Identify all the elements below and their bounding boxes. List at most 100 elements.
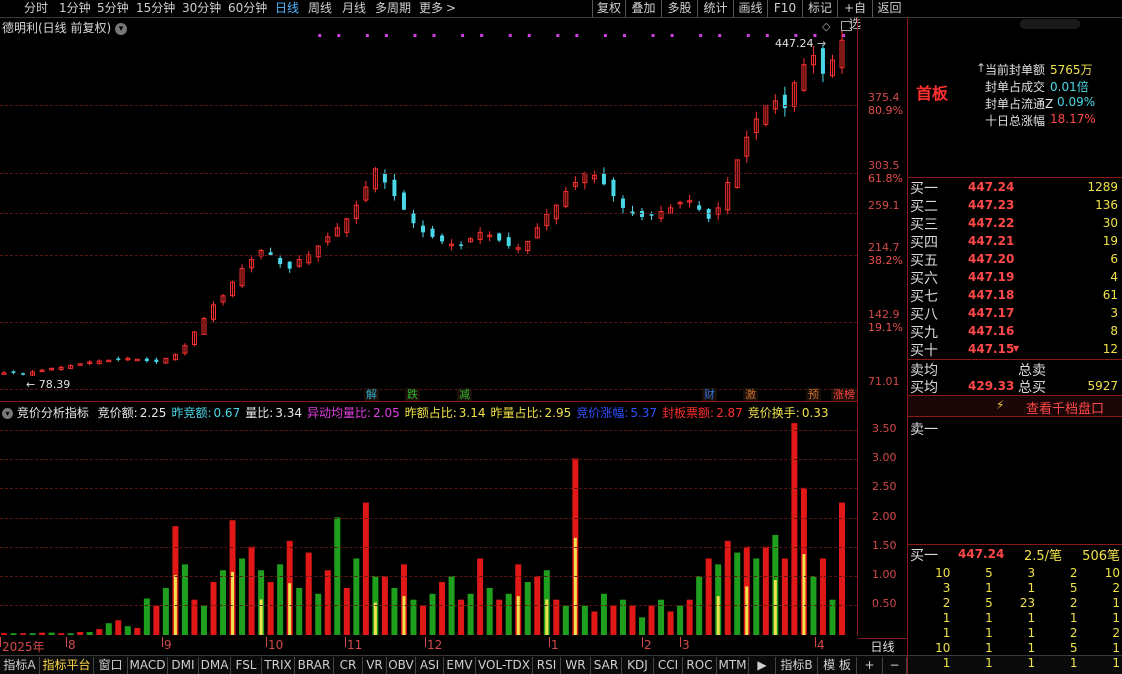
period-tab[interactable]: 15分钟 <box>136 0 175 17</box>
indicator-tab[interactable]: WR <box>561 657 591 674</box>
toolbar-button[interactable]: +自选 <box>837 0 872 31</box>
indicator-tab[interactable]: CR <box>334 657 363 674</box>
queue-cell: 1 <box>1027 655 1036 670</box>
indicator-tick-label: 3.00 <box>872 451 897 465</box>
toolbar-button[interactable]: 返回 <box>872 0 906 17</box>
indicator-tab[interactable]: BRAR <box>295 657 334 674</box>
indicator-tab[interactable]: RSI <box>533 657 561 674</box>
queue-row: 10 1 1 5 1 <box>908 640 1120 655</box>
indicator-bar <box>524 582 531 635</box>
indicator-tab[interactable]: VOL-TDX <box>476 657 533 674</box>
more-arrow-icon[interactable]: > <box>446 0 456 17</box>
indicator-tab[interactable]: TRIX <box>262 657 295 674</box>
indicator-bar <box>819 558 826 635</box>
toolbar-button[interactable]: 复权 <box>592 0 625 17</box>
signal-dot <box>765 34 769 37</box>
period-indicator[interactable]: 日线 <box>858 638 907 655</box>
toolbar-button[interactable]: 统计 <box>697 0 733 17</box>
indicator-bar <box>791 423 798 635</box>
indicator-tab[interactable]: KDJ <box>622 657 654 674</box>
event-marker[interactable]: 减 <box>457 388 472 402</box>
indicator-tab[interactable]: DMA <box>199 657 231 674</box>
toolbar-button[interactable]: 画线 <box>733 0 767 17</box>
signal-dot <box>365 34 369 37</box>
chart-title[interactable]: 德明利(日线 前复权) ▾ <box>2 19 128 36</box>
bid-price: 447.20 <box>968 252 1015 266</box>
indicator-bar <box>267 582 274 635</box>
panel-handle[interactable] <box>1020 19 1080 29</box>
toolbar-button[interactable]: F10 <box>767 0 802 17</box>
signal-dot <box>556 34 560 37</box>
indicator-bar <box>86 632 93 635</box>
indicator-dropdown-icon[interactable]: ▾ <box>2 408 13 419</box>
period-tab[interactable]: 1分钟 <box>59 0 91 17</box>
indicator-tab[interactable]: DMI <box>168 657 199 674</box>
toolbar-button[interactable]: 多股 <box>661 0 697 17</box>
candle-body-down <box>21 373 26 375</box>
indicator-tab[interactable]: ROC <box>683 657 717 674</box>
event-marker[interactable]: 预 <box>806 388 821 402</box>
indicator-tab[interactable]: MTM <box>717 657 749 674</box>
indicator-tab[interactable]: FSL <box>231 657 262 674</box>
bid-volume: 6 <box>1110 252 1118 266</box>
bid-price: 447.21 <box>968 234 1015 248</box>
qiandang-button[interactable]: 查看千档盘口 <box>1026 398 1104 417</box>
candlestick-chart[interactable] <box>0 18 858 636</box>
toolbar-button[interactable]: 叠加 <box>625 0 661 17</box>
indicator-tab[interactable]: + <box>857 657 883 674</box>
period-tab[interactable]: 月线 <box>342 0 366 17</box>
toolbar-button[interactable]: 标记 <box>802 0 837 17</box>
period-tab[interactable]: 多周期 <box>375 0 411 17</box>
indicator-tab[interactable]: OBV <box>387 657 416 674</box>
indicator-tab[interactable]: CCI <box>654 657 683 674</box>
title-dropdown-icon[interactable]: ▾ <box>115 22 128 35</box>
indicator-value: 竞价涨幅: 5.37 <box>576 406 657 420</box>
indicator-bar <box>296 587 303 635</box>
indicator-tab[interactable]: EMV <box>444 657 476 674</box>
event-marker[interactable]: 激 <box>743 388 758 402</box>
indicator-bar <box>439 582 446 635</box>
signal-dot <box>432 34 436 37</box>
indicator-bar <box>677 605 684 635</box>
indicator-bar <box>353 558 360 635</box>
indicator-tab[interactable]: MACD <box>128 657 168 674</box>
indicator-tab[interactable]: VR <box>363 657 387 674</box>
indicator-tab[interactable]: 指标A <box>0 657 40 674</box>
period-tab[interactable]: 60分钟 <box>228 0 267 17</box>
period-tab[interactable]: 分时 <box>24 0 48 17</box>
indicator-tab[interactable]: 模 板 <box>818 657 857 674</box>
period-tab[interactable]: 更多 <box>419 0 443 17</box>
period-tab[interactable]: 30分钟 <box>182 0 221 17</box>
queue-cell: 2 <box>1112 625 1120 640</box>
time-tick <box>815 637 816 647</box>
event-marker[interactable]: 财 <box>702 388 717 402</box>
indicator-tab[interactable]: − <box>883 657 907 674</box>
event-marker[interactable]: 解 <box>364 388 379 402</box>
signal-dot <box>718 34 722 37</box>
indicator-tab[interactable]: ▶ <box>749 657 776 674</box>
event-marker[interactable]: 涨榜 <box>831 388 857 402</box>
period-tab[interactable]: 周线 <box>308 0 332 17</box>
qiandang-bar[interactable]: ⚡ 查看千档盘口 <box>908 396 1122 417</box>
period-tab[interactable]: 日线 <box>275 0 299 17</box>
window-toggle-icon[interactable] <box>841 21 852 31</box>
indicator-tab[interactable]: 窗口 <box>94 657 128 674</box>
indicator-yellow-bar <box>573 537 577 635</box>
time-tick-label: 11 <box>347 638 363 652</box>
signal-dot <box>575 34 579 37</box>
stat-value: 0.09% <box>1057 95 1096 109</box>
indicator-tab[interactable]: 指标B <box>776 657 818 674</box>
indicator-tab[interactable]: 指标平台 <box>40 657 94 674</box>
indicator-name[interactable]: 竞价分析指标 <box>17 406 89 420</box>
indicator-tab[interactable]: SAR <box>591 657 622 674</box>
indicator-gridline <box>0 605 857 607</box>
chart-area[interactable] <box>0 18 858 636</box>
event-marker[interactable]: 跌 <box>405 388 420 402</box>
period-tab[interactable]: 5分钟 <box>97 0 129 17</box>
bid-price: 447.23 <box>968 198 1015 212</box>
queue-cell: 10 <box>935 640 951 655</box>
indicator-value: 封板票额: 2.87 <box>662 406 743 420</box>
queue-cell: 1 <box>985 610 993 625</box>
settings-diamond-icon[interactable]: ◇ <box>822 20 830 33</box>
indicator-tab[interactable]: ASI <box>416 657 444 674</box>
